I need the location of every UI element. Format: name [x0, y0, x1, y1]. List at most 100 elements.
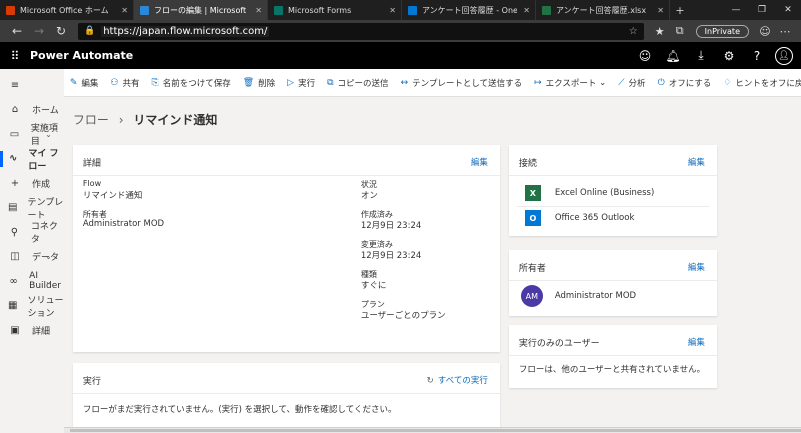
sidebar-item-more[interactable]: ▣ 詳細	[0, 318, 64, 343]
page-title: リマインド通知	[133, 113, 218, 127]
browser-tab-active[interactable]: フローの編集 | Microsoft Power Automate ✕	[134, 0, 268, 20]
power-icon: ⏻	[657, 77, 665, 88]
tab-close-icon[interactable]: ✕	[523, 6, 530, 15]
analytics-button[interactable]: ⟋ 分析	[618, 77, 645, 89]
analytics-icon: ⟋	[618, 77, 625, 88]
owners-edit-link[interactable]: 編集	[688, 261, 705, 273]
runs-card: 実行 ↻ すべての実行 フローがまだ実行されていません。(実行) を選択して、動作…	[72, 363, 500, 433]
horizontal-scrollbar[interactable]	[63, 427, 801, 433]
all-runs-label: すべての実行	[437, 376, 488, 386]
url-text: https://japan.flow.microsoft.com/	[101, 25, 270, 37]
lightbulb-icon: ♢	[723, 77, 732, 88]
new-tab-icon[interactable]: +	[670, 0, 690, 20]
tab-close-icon[interactable]: ✕	[121, 6, 128, 15]
inprivate-badge[interactable]: InPrivate	[695, 24, 749, 38]
run-button[interactable]: ▷ 実行	[287, 77, 315, 89]
breadcrumb-root[interactable]: フロー	[73, 113, 109, 127]
details-title: 詳細	[82, 159, 101, 169]
details-edit-link[interactable]: 編集	[471, 156, 488, 168]
minimize-icon[interactable]: —	[723, 0, 749, 20]
browser-tab[interactable]: Microsoft Office ホーム ✕	[0, 0, 134, 20]
url-field[interactable]: 🔒 https://japan.flow.microsoft.com/ ☆	[78, 22, 644, 40]
all-runs-link[interactable]: ↻ すべての実行	[427, 374, 488, 386]
nav-toggle[interactable]: ≡	[0, 73, 64, 98]
notification-bell-icon[interactable]: 🔔︎	[659, 49, 687, 63]
forms-icon	[274, 5, 283, 15]
trash-icon: 🗑	[242, 77, 255, 88]
send-as-template-button[interactable]: ↔ テンプレートとして送信する	[401, 77, 523, 89]
settings-gear-icon[interactable]: ⚙	[715, 49, 743, 63]
collections-icon[interactable]: ⧉	[670, 24, 690, 38]
hamburger-icon[interactable]: ≡	[8, 80, 22, 91]
forward-icon[interactable]: →	[28, 24, 50, 38]
sidebar-item-home[interactable]: ⌂ ホーム	[0, 98, 64, 123]
browser-tab[interactable]: アンケート回答履歴 - OneDrive ✕	[402, 0, 536, 20]
run-only-message: フローは、他のユーザーと共有されていません。	[518, 365, 706, 375]
sidebar-item-data[interactable]: ◫ データ ⌄	[0, 245, 64, 270]
connections-title: 接続	[518, 159, 537, 169]
tab-label: Microsoft Forms	[288, 5, 352, 15]
refresh-icon[interactable]: ↻	[50, 24, 72, 38]
database-icon: ◫	[10, 251, 20, 263]
divider	[508, 355, 717, 356]
app-title[interactable]: Power Automate	[30, 49, 133, 62]
turn-off-button[interactable]: ⏻ オフにする	[658, 77, 712, 89]
edit-button[interactable]: ✎ 編集	[70, 77, 99, 89]
scrollbar-thumb[interactable]	[69, 429, 801, 432]
browser-tab[interactable]: Microsoft Forms ✕	[268, 0, 402, 20]
tab-close-icon[interactable]: ✕	[255, 6, 262, 15]
chevron-down-icon[interactable]: ⌄	[45, 252, 52, 261]
send-copy-button[interactable]: ⧉ コピーの送信	[327, 77, 388, 89]
app-launcher-icon[interactable]: ⠿	[0, 49, 30, 63]
hints-button[interactable]: ♢ヒントをオフに戻す	[723, 77, 801, 89]
owners-card: 所有者 編集 AM Administrator MOD	[508, 250, 717, 316]
run-only-title: 実行のみのユーザー	[518, 339, 600, 349]
sidebar-item-create[interactable]: + 作成	[0, 171, 64, 196]
connections-card: 接続 編集 X Excel Online (Business) O Office…	[508, 145, 717, 236]
onedrive-icon	[408, 5, 417, 15]
emoji-icon[interactable]: ☺	[631, 49, 659, 63]
sidebar-item-action-items[interactable]: ▭ 実施項目 ⌄	[0, 122, 64, 147]
favorites-icon[interactable]: ★	[650, 25, 670, 38]
sidebar-item-connectors[interactable]: ⚲ コネクタ	[0, 220, 64, 245]
chevron-down-icon[interactable]: ⌄	[45, 277, 52, 286]
close-window-icon[interactable]: ✕	[775, 0, 801, 20]
refresh-icon: ↻	[426, 376, 434, 386]
run-only-edit-link[interactable]: 編集	[688, 336, 705, 348]
favorite-star-icon[interactable]: ☆	[629, 26, 638, 37]
feedback-icon[interactable]: ☺	[755, 25, 775, 38]
sidebar-item-my-flows[interactable]: ∿ マイ フロー	[0, 147, 64, 172]
restore-icon[interactable]: ❐	[749, 0, 775, 20]
chevron-down-icon[interactable]: ⌄	[45, 130, 52, 139]
download-icon[interactable]: ⤓	[687, 48, 715, 63]
connection-outlook[interactable]: O Office 365 Outlook	[524, 210, 634, 226]
modified-value: 12月9日 23:24	[360, 251, 422, 261]
flow-value: リマインド通知	[82, 191, 143, 201]
browser-tab[interactable]: アンケート回答履歴.xlsx ✕	[536, 0, 670, 20]
excel-icon	[542, 5, 551, 15]
sidebar-item-solutions[interactable]: ▦ ソリューション	[0, 294, 64, 319]
left-nav: ≡ ⌂ ホーム ▭ 実施項目 ⌄ ∿ マイ フロー + 作成 ▤ テンプレート …	[0, 69, 64, 433]
plus-icon: +	[10, 177, 20, 189]
divider	[72, 175, 500, 176]
connections-edit-link[interactable]: 編集	[688, 156, 705, 168]
help-icon[interactable]: ?	[743, 49, 771, 63]
sidebar-item-label: ホーム	[32, 106, 59, 117]
back-icon[interactable]: ←	[6, 24, 28, 38]
delete-button[interactable]: 🗑 削除	[243, 77, 275, 89]
user-avatar-icon[interactable]: 👤︎	[775, 46, 793, 65]
tab-close-icon[interactable]: ✕	[657, 6, 664, 15]
template-send-icon: ↔	[400, 77, 409, 88]
export-button[interactable]: ↦ エクスポート ⌄	[534, 77, 606, 89]
sidebar-item-templates[interactable]: ▤ テンプレート	[0, 196, 64, 221]
tab-close-icon[interactable]: ✕	[389, 6, 396, 15]
save-as-button[interactable]: ⎘ 名前をつけて保存	[152, 77, 231, 89]
power-automate-icon	[140, 5, 149, 15]
share-button[interactable]: ⚇ 共有	[110, 77, 139, 89]
edit-label: 編集	[81, 78, 99, 89]
divider	[508, 280, 717, 281]
divider	[508, 175, 717, 176]
more-icon[interactable]: ⋯	[775, 25, 795, 38]
connection-excel[interactable]: X Excel Online (Business)	[524, 185, 654, 201]
sidebar-item-ai-builder[interactable]: ∞ AI Builder ⌄	[0, 269, 64, 294]
